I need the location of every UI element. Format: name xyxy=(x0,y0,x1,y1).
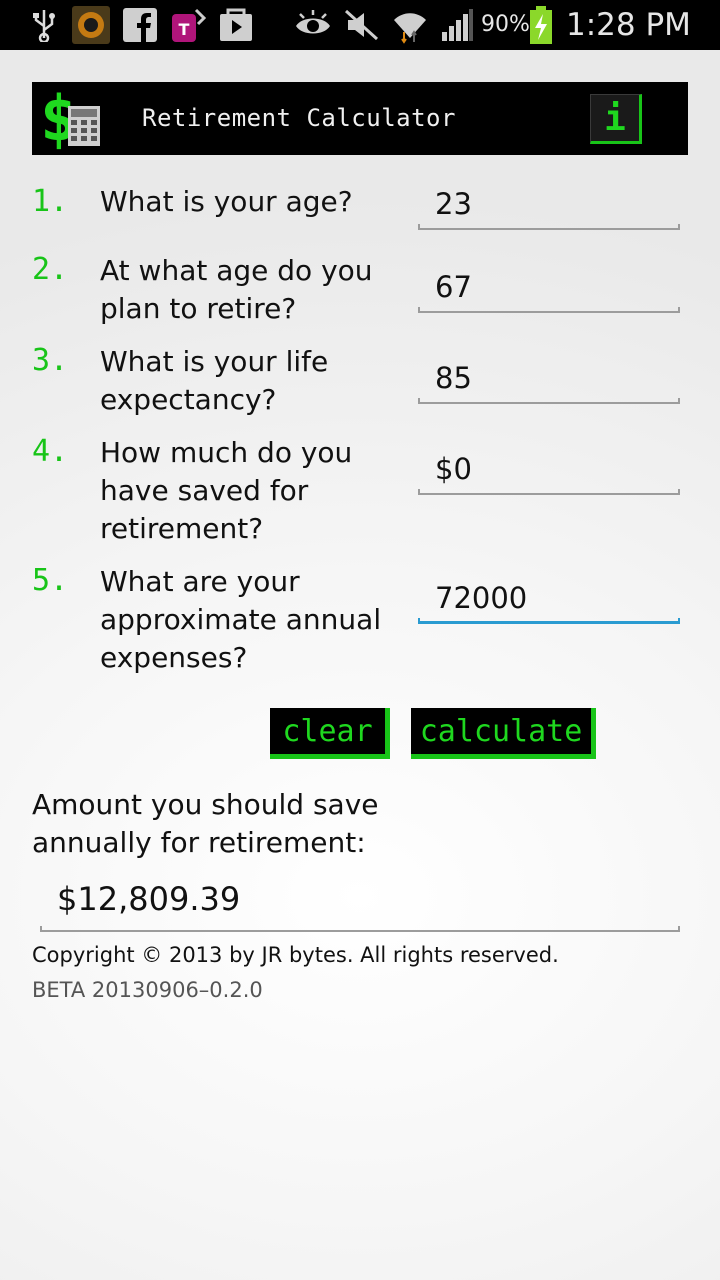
sun-app-icon xyxy=(72,6,110,44)
question-number: 2. xyxy=(32,252,69,287)
question-label: What is your life expectancy? xyxy=(100,345,329,416)
field-underline xyxy=(40,926,680,932)
life-expectancy-input[interactable] xyxy=(418,356,680,400)
question-number: 1. xyxy=(32,184,69,219)
info-button[interactable]: i xyxy=(590,94,642,144)
field-underline xyxy=(418,398,680,404)
play-store-icon xyxy=(218,8,254,42)
question-label: At what age do you plan to retire? xyxy=(100,254,373,325)
eye-icon xyxy=(294,8,332,42)
question-number: 3. xyxy=(32,343,69,378)
question-label: What is your age? xyxy=(100,185,353,218)
svg-text:T: T xyxy=(179,20,190,39)
result-value: $12,809.39 xyxy=(57,880,241,918)
mute-icon xyxy=(344,8,380,42)
field-underline-focused xyxy=(418,618,680,624)
question-label: What are your approximate annual expense… xyxy=(100,565,382,674)
question-label: How much do you have saved for retiremen… xyxy=(100,436,353,545)
battery-percent: 90% xyxy=(481,12,530,37)
version-text: BETA 20130906–0.2.0 xyxy=(32,978,263,1002)
life-expectancy-field[interactable] xyxy=(418,356,680,404)
retire-age-input[interactable] xyxy=(418,265,680,309)
app-title: Retirement Calculator xyxy=(142,104,456,132)
field-underline xyxy=(418,224,680,230)
clock: 1:28 PM xyxy=(566,7,691,43)
dollar-calculator-logo-icon: $ xyxy=(38,82,138,155)
usb-icon xyxy=(30,8,58,42)
age-input[interactable] xyxy=(418,182,680,226)
signal-icon xyxy=(440,8,474,42)
question-number: 4. xyxy=(32,434,69,469)
savings-input[interactable] xyxy=(418,447,680,491)
result-label: Amount you should save annually for reti… xyxy=(32,788,379,859)
savings-field[interactable] xyxy=(418,447,680,495)
field-underline xyxy=(418,489,680,495)
result-field: $12,809.39 xyxy=(40,880,680,932)
expenses-input[interactable] xyxy=(418,576,680,620)
status-bar: T 90% 1:28 PM xyxy=(0,0,720,50)
field-underline xyxy=(418,307,680,313)
calculate-button[interactable]: calculate xyxy=(411,708,596,759)
facebook-icon xyxy=(123,8,157,42)
t-mobile-icon: T xyxy=(170,6,208,44)
info-icon: i xyxy=(604,97,626,139)
question-number: 5. xyxy=(32,563,69,598)
expenses-field[interactable] xyxy=(418,576,680,624)
battery-charging-icon xyxy=(529,6,553,44)
clear-button[interactable]: clear xyxy=(270,708,390,759)
retire-age-field[interactable] xyxy=(418,265,680,313)
copyright-text: Copyright © 2013 by JR bytes. All rights… xyxy=(32,943,559,967)
age-field[interactable] xyxy=(418,182,680,230)
app-header: $ Retirement Calculator i xyxy=(32,82,688,155)
wifi-icon xyxy=(392,8,428,44)
